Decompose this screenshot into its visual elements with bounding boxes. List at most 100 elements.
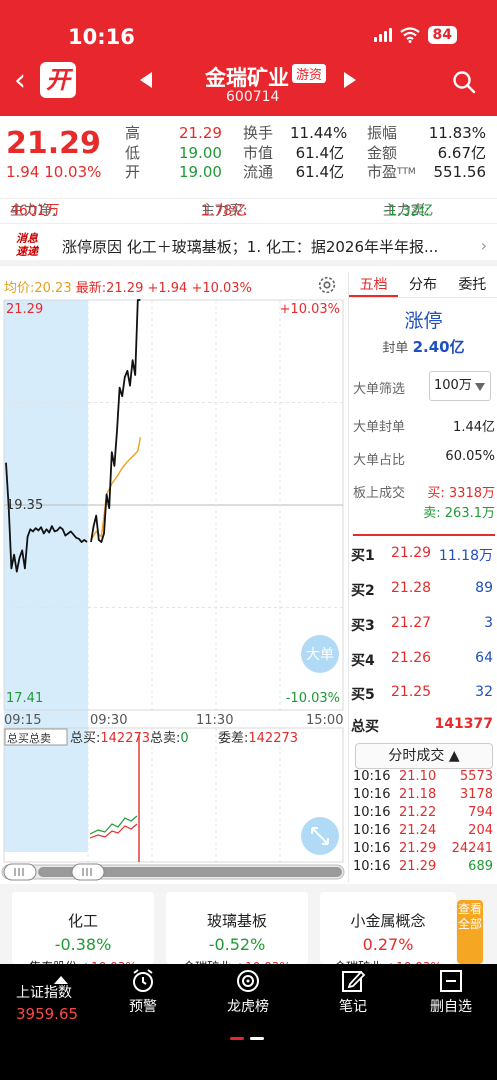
chart-range-scrollbar[interactable] (0, 862, 346, 882)
back-button[interactable]: ‹ (14, 66, 26, 96)
total-buy-value: 142273 (100, 731, 150, 746)
sector-card-glass[interactable]: 玻璃基板 -0.52% 金瑞矿业 +10.03% (166, 892, 308, 974)
total-sell-value: 0 (180, 731, 188, 746)
status-time: 10:16 (68, 25, 135, 49)
quote-labels-1: 高 低 开 (125, 124, 140, 183)
main-funds-bar[interactable]: 主力净: 4601万 主力买: 1.78亿 主力卖: -1.32亿 (0, 198, 497, 224)
stock-tag[interactable]: 游资 (292, 64, 327, 83)
wifi-icon (399, 27, 420, 43)
filter-row: 大单筛选 100万 (353, 371, 495, 401)
big-seal-value: 1.44亿 (453, 420, 495, 435)
price-line (90, 299, 141, 543)
bid-row-4[interactable]: 买4 21.26 64 (351, 650, 493, 672)
page-indicator (230, 1037, 264, 1040)
main-sell-value: -1.32亿 (383, 203, 434, 219)
pct-bottom-label: -10.03% (286, 691, 340, 706)
tick-trades-toggle[interactable]: 分时成交 ▲ (355, 743, 493, 769)
news-ticker[interactable]: 消息速递 涨停原因 化工＋玻璃基板；1. 化工：据2026年半年报... › (0, 228, 497, 266)
change-percent: 10.03% (44, 163, 102, 181)
chevron-right-icon: › (480, 236, 487, 255)
search-icon[interactable] (452, 70, 476, 94)
view-all-sectors-button[interactable]: 查看全部 (457, 900, 483, 964)
tab-five-levels[interactable]: 五档 (349, 272, 399, 297)
x-tick-1500: 15:00 (306, 713, 343, 728)
open-account-icon[interactable]: 开 (40, 62, 76, 98)
tick-row: 10:16 21.10 5573 (353, 769, 493, 784)
tick-row: 10:16 21.18 3178 (353, 787, 493, 802)
dragon-tiger-button[interactable]: 龙虎榜 (218, 968, 278, 1016)
amplitude-value: 11.83% (428, 124, 486, 142)
bid-row-3[interactable]: 买3 21.27 3 (351, 615, 493, 637)
stock-code: 600714 (226, 89, 280, 105)
mktcap-label: 市值 (243, 143, 274, 162)
note-button[interactable]: 笔记 (323, 968, 383, 1016)
page-dot (230, 1037, 244, 1040)
sector-card-metals[interactable]: 小金属概念 0.27% 金瑞矿业 +10.03% (320, 892, 456, 974)
sector-cards: 化工 -0.38% 集泰股份 +10.03% 玻璃基板 -0.52% 金瑞矿业 … (0, 884, 497, 974)
turnover-label: 换手 (243, 124, 274, 142)
book-total-buy-value: 141377 (434, 716, 493, 732)
mktcap-value: 61.4亿 (295, 143, 344, 162)
alert-button[interactable]: 预警 (113, 968, 173, 1016)
next-stock-button[interactable] (344, 72, 356, 88)
total-buy-label: 总买:142273 (70, 731, 150, 746)
expand-icon[interactable] (301, 817, 339, 855)
svg-text:大单: 大单 (306, 647, 334, 663)
diff-label: 委差:142273 (218, 731, 298, 746)
quote-labels-3: 振幅 金额 市盈TTM (367, 124, 416, 183)
volume-selector-text: 总买总卖 (7, 731, 51, 745)
range-handle-left[interactable] (3, 863, 37, 881)
seal-value: 2.40亿 (412, 338, 465, 356)
tab-distribution[interactable]: 分布 (398, 272, 447, 297)
book-divider (353, 534, 495, 536)
tick-row: 10:16 21.29 689 (353, 859, 493, 874)
bid-row-5[interactable]: 买5 21.25 32 (351, 684, 493, 706)
filter-label: 大单筛选 (353, 382, 406, 397)
intraday-chart[interactable]: 均价:20.23 最新:21.29 +1.94 +10.03% 21.29 19… (0, 272, 346, 882)
tab-orders[interactable]: 委托 (448, 272, 497, 297)
news-text: 涨停原因 化工＋玻璃基板；1. 化工：据2026年半年报... (62, 238, 439, 256)
main-buy-value: 1.78亿 (201, 203, 247, 219)
alarm-clock-icon (133, 969, 153, 992)
price-chart-svg[interactable]: 21.29 19.35 17.41 +10.03% -10.03% 09:15 … (0, 290, 346, 882)
index-name: 上证指数 (16, 985, 72, 1001)
big-ratio-row: 大单占比 60.05% (353, 449, 495, 468)
sector-card-chemical[interactable]: 化工 -0.38% 集泰股份 +10.03% (12, 892, 154, 974)
deal-sell-value: 卖: 263.1万 (423, 506, 495, 521)
range-handle-right[interactable] (71, 863, 105, 881)
quote-panel: 21.29 1.94 10.03% 高 低 开 21.29 19.00 19.0… (0, 116, 497, 194)
tick-row: 10:16 21.22 794 (353, 805, 493, 820)
auction-shade (4, 300, 88, 852)
x-tick-1130: 11:30 (196, 713, 233, 728)
signal-icon (373, 28, 392, 42)
float-value: 61.4亿 (295, 163, 344, 181)
high-value: 21.29 (179, 124, 222, 142)
last-price: 21.29 (6, 126, 101, 161)
news-badge: 消息速递 (16, 232, 38, 258)
amount-label: 金额 (367, 143, 398, 162)
page-dot (250, 1037, 264, 1040)
index-value: 3959.65 (16, 1005, 79, 1023)
pe-value: 551.56 (433, 163, 487, 181)
float-label: 流通 (243, 163, 274, 181)
x-tick-0915: 09:15 (4, 713, 41, 728)
filter-dropdown[interactable]: 100万 (429, 371, 491, 401)
prev-stock-button[interactable] (140, 72, 152, 88)
bid-row-2[interactable]: 买2 21.28 89 (351, 580, 493, 602)
low-value: 19.00 (179, 143, 222, 162)
y-bottom-label: 17.41 (6, 691, 43, 706)
tick-row: 10:16 21.29 24241 (353, 841, 493, 856)
y-top-label: 21.29 (6, 302, 43, 317)
turnover-value: 11.44% (290, 124, 348, 142)
index-quote[interactable]: 上证指数 3959.65 (16, 974, 78, 1023)
order-book-tabs: 五档 分布 委托 (349, 272, 497, 298)
remove-watchlist-button[interactable]: 删自选 (421, 968, 481, 1016)
diff-value: 142273 (248, 731, 298, 746)
caret-up-icon: ▲ (448, 748, 460, 764)
limit-up-state: 涨停 (404, 310, 443, 332)
status-icons: 84 (373, 26, 457, 44)
main-net-value: 4601万 (10, 203, 60, 219)
quote-labels-2: 换手 市值 流通 (243, 124, 273, 183)
big-order-button[interactable]: 大单 (301, 635, 339, 673)
bid-row-1[interactable]: 买1 21.29 11.18万 (351, 545, 493, 567)
